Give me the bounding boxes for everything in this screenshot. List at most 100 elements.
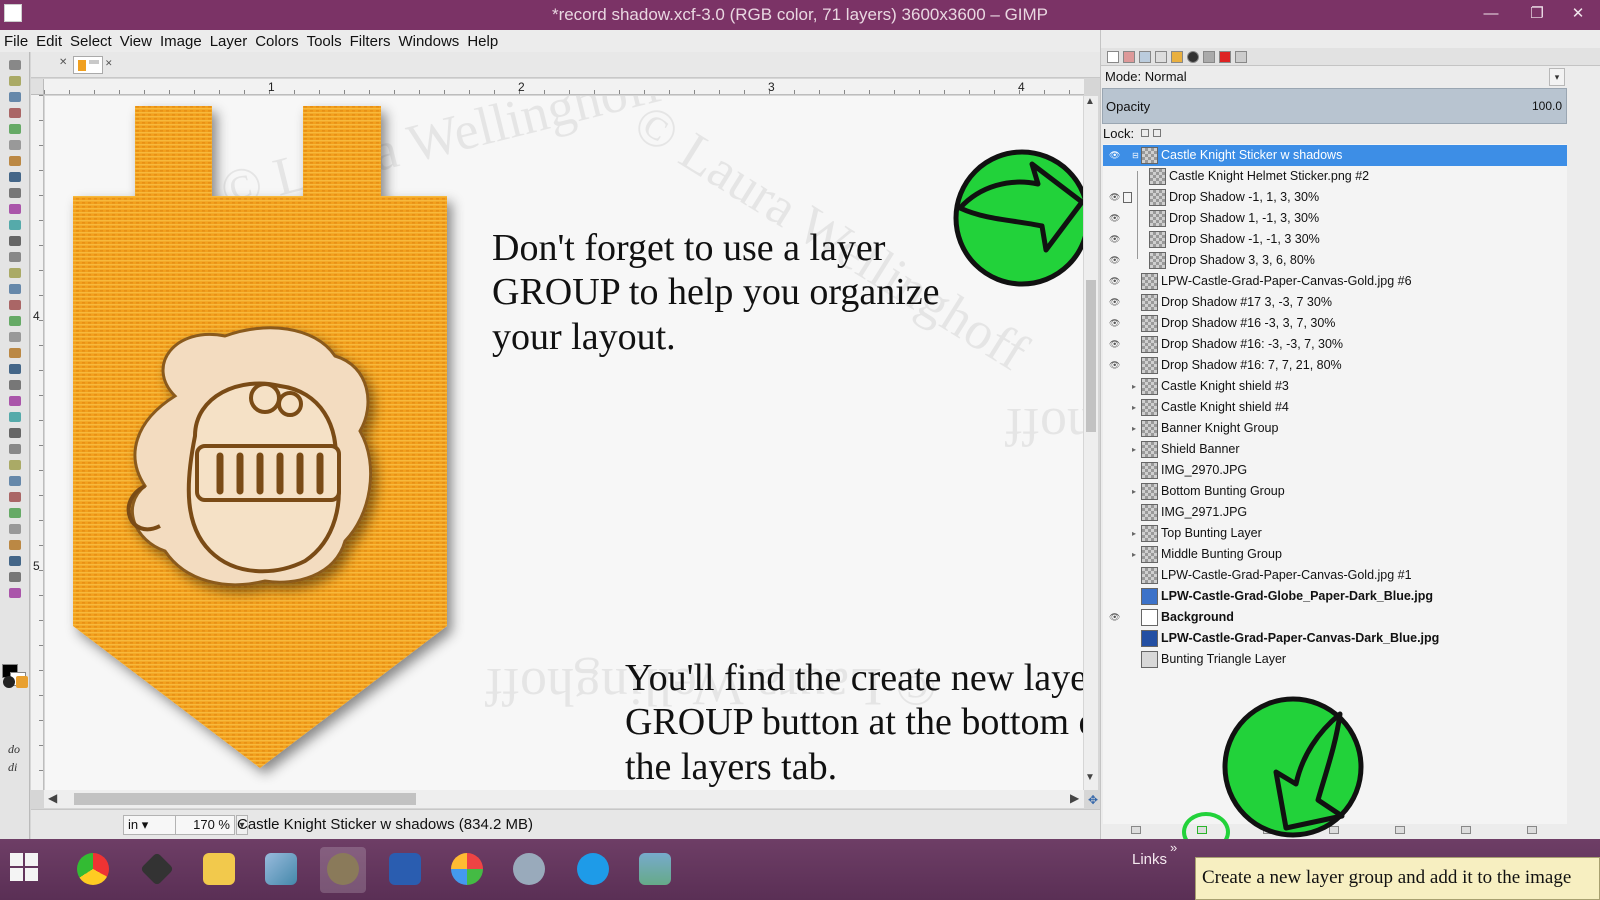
taskbar-app[interactable] xyxy=(444,847,490,893)
layer-row[interactable]: 👁 Drop Shadow #16: 7, 7, 21, 80% xyxy=(1103,355,1567,376)
expand-group-icon[interactable]: ▸ xyxy=(1132,523,1136,544)
menu-view[interactable]: View xyxy=(120,33,152,50)
visibility-eye-icon[interactable]: 👁 xyxy=(1109,355,1120,376)
visibility-eye-icon[interactable]: 👁 xyxy=(1109,292,1120,313)
minimize-button[interactable]: — xyxy=(1468,0,1514,30)
menu-select[interactable]: Select xyxy=(70,33,112,50)
opacity-slider[interactable]: Opacity 100.0 xyxy=(1102,88,1567,124)
tool-icon[interactable] xyxy=(9,396,21,406)
tool-icon[interactable] xyxy=(9,540,21,550)
patterns-tab-icon[interactable] xyxy=(1171,51,1183,63)
layer-row[interactable]: 👁 Drop Shadow #16: -3, -3, 7, 30% xyxy=(1103,334,1567,355)
maximize-button[interactable]: ❐ xyxy=(1514,0,1560,30)
menu-filters[interactable]: Filters xyxy=(350,33,391,50)
tool-icon[interactable] xyxy=(9,508,21,518)
scroll-up-icon[interactable]: ▲ xyxy=(1085,96,1095,107)
tool-icon[interactable] xyxy=(9,380,21,390)
scroll-thumb[interactable] xyxy=(74,793,416,805)
lock-alpha-icon[interactable] xyxy=(1153,129,1161,137)
taskbar-app[interactable] xyxy=(134,847,180,893)
images-tab-icon[interactable] xyxy=(1235,51,1247,63)
tool-icon[interactable] xyxy=(9,284,21,294)
tool-icon[interactable] xyxy=(9,124,21,134)
taskbar-app[interactable] xyxy=(70,847,116,893)
scroll-down-icon[interactable]: ▼ xyxy=(1085,772,1095,783)
new-layer-button[interactable] xyxy=(1131,826,1141,834)
tool-icon[interactable] xyxy=(9,556,21,566)
image-canvas[interactable]: © Laura Wellinghoff © Laura Wellinghoff … xyxy=(45,96,1083,790)
layer-row[interactable]: Castle Knight Helmet Sticker.png #2 xyxy=(1103,166,1567,187)
layer-row[interactable]: LPW-Castle-Grad-Paper-Canvas-Dark_Blue.j… xyxy=(1103,628,1567,649)
tool-icon[interactable] xyxy=(9,524,21,534)
tool-icon[interactable] xyxy=(9,444,21,454)
tool-icon[interactable] xyxy=(9,108,21,118)
layer-row[interactable]: ▸ Castle Knight shield #3 xyxy=(1103,376,1567,397)
taskbar-app[interactable] xyxy=(258,847,304,893)
scroll-right-icon[interactable]: ▶ xyxy=(1070,791,1079,805)
expand-group-icon[interactable]: ▸ xyxy=(1132,376,1136,397)
layer-row[interactable]: IMG_2971.JPG xyxy=(1103,502,1567,523)
layer-row[interactable]: 👁 Drop Shadow 3, 3, 6, 80% xyxy=(1103,250,1567,271)
chevron-down-icon[interactable]: ▾ xyxy=(1549,68,1565,86)
menu-windows[interactable]: Windows xyxy=(398,33,459,50)
layer-row[interactable]: LPW-Castle-Grad-Paper-Canvas-Gold.jpg #1 xyxy=(1103,565,1567,586)
gradients-tab-icon[interactable] xyxy=(1219,51,1231,63)
close-icon[interactable]: ✕ xyxy=(105,58,113,69)
visibility-eye-icon[interactable]: 👁 xyxy=(1109,250,1120,271)
tool-icon[interactable] xyxy=(9,156,21,166)
vertical-ruler[interactable]: 4 5 xyxy=(31,95,44,790)
links-chevron-icon[interactable]: » xyxy=(1170,840,1177,855)
layer-row[interactable]: Bunting Triangle Layer xyxy=(1103,649,1567,670)
taskbar-app[interactable] xyxy=(196,847,242,893)
visibility-eye-icon[interactable]: 👁 xyxy=(1109,145,1120,166)
tool-icon[interactable] xyxy=(9,348,21,358)
menu-edit[interactable]: Edit xyxy=(36,33,62,50)
visibility-eye-icon[interactable]: 👁 xyxy=(1109,334,1120,355)
fonts-tab-icon[interactable] xyxy=(1203,51,1215,63)
tool-icon[interactable] xyxy=(9,300,21,310)
mode-select[interactable]: Normal xyxy=(1145,69,1187,84)
close-button[interactable]: ✕ xyxy=(1556,0,1600,30)
pattern-indicator-icon[interactable] xyxy=(16,676,28,688)
menu-image[interactable]: Image xyxy=(160,33,202,50)
chain-link-icon[interactable] xyxy=(1123,192,1132,203)
delete-layer-button[interactable] xyxy=(1527,826,1537,834)
tool-icon[interactable] xyxy=(9,412,21,422)
visibility-eye-icon[interactable]: 👁 xyxy=(1109,313,1120,334)
tool-icon[interactable] xyxy=(9,252,21,262)
links-toolbar[interactable]: Links xyxy=(1132,851,1167,868)
layer-row[interactable]: 👁 LPW-Castle-Grad-Paper-Canvas-Gold.jpg #… xyxy=(1103,271,1567,292)
expand-group-icon[interactable]: ▸ xyxy=(1132,544,1136,565)
paths-tab-icon[interactable] xyxy=(1139,51,1151,63)
expand-group-icon[interactable]: ▸ xyxy=(1132,397,1136,418)
tool-icon[interactable] xyxy=(9,60,21,70)
expand-group-icon[interactable]: ▸ xyxy=(1132,418,1136,439)
visibility-eye-icon[interactable]: 👁 xyxy=(1109,208,1120,229)
layer-row[interactable]: ▸ Castle Knight shield #4 xyxy=(1103,397,1567,418)
tool-icon[interactable] xyxy=(9,588,21,598)
zoom-input[interactable]: 170 % xyxy=(175,815,235,835)
visibility-eye-icon[interactable]: 👁 xyxy=(1109,187,1120,208)
taskbar-app[interactable] xyxy=(320,847,366,893)
layer-row[interactable]: ▸ Top Bunting Layer xyxy=(1103,523,1567,544)
tool-icon[interactable] xyxy=(9,460,21,470)
channels-tab-icon[interactable] xyxy=(1123,51,1135,63)
brush-indicator-icon[interactable] xyxy=(3,676,15,688)
duplicate-layer-button[interactable] xyxy=(1395,826,1405,834)
layers-tab-icon[interactable] xyxy=(1107,51,1119,63)
tool-icon[interactable] xyxy=(9,92,21,102)
layer-row[interactable]: 👁 Background xyxy=(1103,607,1567,628)
navigate-icon[interactable]: ✥ xyxy=(1088,793,1098,807)
layer-row[interactable]: 👁 Drop Shadow -1, -1, 3 30% xyxy=(1103,229,1567,250)
tool-icon[interactable] xyxy=(9,332,21,342)
tool-icon[interactable] xyxy=(9,268,21,278)
layer-row[interactable]: 👁 Drop Shadow #16 -3, 3, 7, 30% xyxy=(1103,313,1567,334)
menu-file[interactable]: File xyxy=(4,33,28,50)
visibility-eye-icon[interactable]: 👁 xyxy=(1109,607,1120,628)
ruler-corner[interactable] xyxy=(31,79,44,95)
vertical-scrollbar[interactable]: ▲ ▼ xyxy=(1084,96,1098,790)
layer-row[interactable]: ▸ Shield Banner xyxy=(1103,439,1567,460)
expand-group-icon[interactable]: ▸ xyxy=(1132,439,1136,460)
start-button[interactable] xyxy=(10,853,38,881)
expand-group-icon[interactable]: ⊟ xyxy=(1132,145,1139,166)
